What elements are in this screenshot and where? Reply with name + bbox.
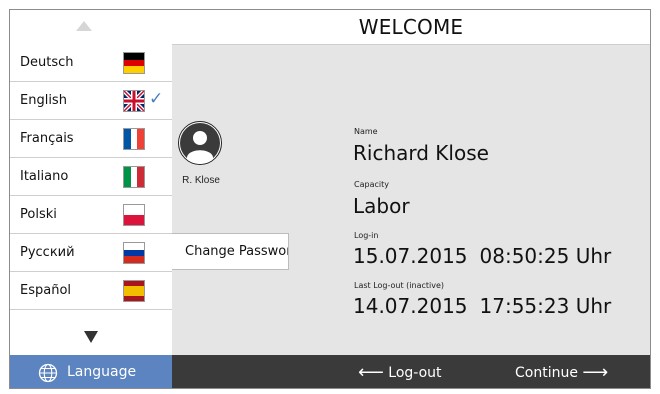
- last-logout-time: 17:55:23 Uhr: [479, 294, 612, 318]
- language-label: Deutsch: [20, 55, 74, 70]
- flag-spain-icon: [123, 280, 145, 302]
- logout-label: Log-out: [388, 365, 442, 381]
- language-item-espanol[interactable]: Español: [10, 272, 172, 310]
- language-button[interactable]: Language: [10, 355, 172, 388]
- login-time: 08:50:25 Uhr: [479, 244, 612, 268]
- language-item-english[interactable]: English ✓: [10, 82, 172, 120]
- flag-france-icon: [123, 128, 145, 150]
- page-title: WELCOME: [358, 15, 464, 39]
- last-logout-label: Last Log-out (inactive): [354, 281, 445, 290]
- flag-uk-icon: [123, 90, 145, 112]
- language-label: Italiano: [20, 169, 69, 184]
- language-item-polski[interactable]: Polski: [10, 196, 172, 234]
- login-label: Log-in: [354, 231, 379, 240]
- selected-check-icon: ✓: [149, 89, 164, 109]
- arrow-left-icon: ⟵: [358, 362, 384, 383]
- welcome-screen: R. Klose Change Password Name Richard Kl…: [9, 9, 651, 389]
- scroll-up-icon[interactable]: [76, 21, 92, 31]
- footer-bar: Language ⟵ Log-out Continue ⟶: [10, 355, 650, 388]
- logout-button[interactable]: ⟵ Log-out: [358, 355, 442, 388]
- header-bar: WELCOME: [10, 10, 650, 45]
- language-list: Deutsch English ✓ Français Italiano Pols…: [10, 44, 172, 355]
- name-value: Richard Klose: [353, 141, 489, 165]
- login-value: 15.07.2015 08:50:25 Uhr: [353, 244, 611, 268]
- language-item-francais[interactable]: Français: [10, 120, 172, 158]
- globe-icon: [38, 363, 58, 383]
- language-item-russian[interactable]: Русский: [10, 234, 172, 272]
- flag-germany-icon: [123, 52, 145, 74]
- language-item-deutsch[interactable]: Deutsch: [10, 44, 172, 82]
- continue-button[interactable]: Continue ⟶: [515, 355, 609, 388]
- scroll-down-icon[interactable]: [84, 331, 98, 343]
- flag-italy-icon: [123, 166, 145, 188]
- language-label: Français: [20, 131, 74, 146]
- language-label: English: [20, 93, 67, 108]
- language-item-italiano[interactable]: Italiano: [10, 158, 172, 196]
- user-avatar-icon: [178, 121, 222, 165]
- login-date: 15.07.2015: [353, 244, 468, 268]
- continue-label: Continue: [515, 365, 578, 381]
- name-label: Name: [354, 127, 378, 136]
- last-logout-date: 14.07.2015: [353, 294, 468, 318]
- last-logout-value: 14.07.2015 17:55:23 Uhr: [353, 294, 611, 318]
- language-button-label: Language: [67, 364, 137, 380]
- language-label: Español: [20, 283, 72, 298]
- flag-poland-icon: [123, 204, 145, 226]
- flag-russia-icon: [123, 242, 145, 264]
- avatar-caption: R. Klose: [182, 175, 220, 186]
- capacity-label: Capacity: [354, 180, 389, 189]
- language-label: Русский: [20, 245, 75, 260]
- capacity-value: Labor: [353, 194, 410, 218]
- language-label: Polski: [20, 207, 57, 222]
- arrow-right-icon: ⟶: [582, 362, 609, 383]
